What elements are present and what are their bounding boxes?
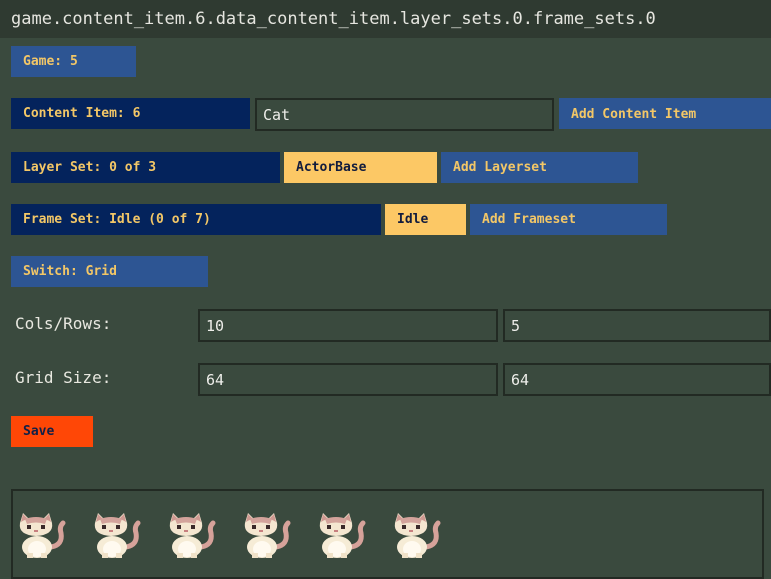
add-frameset-button[interactable]: Add Frameset — [470, 204, 667, 235]
frame-set-current-button[interactable]: Idle — [385, 204, 466, 235]
content-item-button[interactable]: Content Item: 6 — [11, 98, 250, 129]
window-title: game.content_item.6.data_content_item.la… — [0, 0, 771, 38]
cols-input[interactable]: 10 — [198, 309, 498, 342]
add-layerset-button[interactable]: Add Layerset — [441, 152, 638, 183]
rows-input[interactable]: 5 — [503, 309, 771, 342]
grid-height-input[interactable]: 64 — [503, 363, 771, 396]
game-button[interactable]: Game: 5 — [11, 46, 136, 77]
layer-set-button[interactable]: Layer Set: 0 of 3 — [11, 152, 280, 183]
add-content-item-button[interactable]: Add Content Item — [559, 98, 771, 129]
cat-sprite-icon — [388, 511, 442, 559]
cols-rows-label: Cols/Rows: — [15, 314, 112, 333]
grid-size-label: Grid Size: — [15, 368, 112, 387]
cat-sprite-icon — [13, 511, 67, 559]
layer-set-current-button[interactable]: ActorBase — [284, 152, 437, 183]
cat-sprite-icon — [313, 511, 367, 559]
save-button[interactable]: Save — [11, 416, 93, 447]
cat-sprite-icon — [238, 511, 292, 559]
switch-grid-button[interactable]: Switch: Grid — [11, 256, 208, 287]
cat-sprite-icon — [88, 511, 142, 559]
content-item-name-input[interactable]: Cat — [255, 98, 554, 131]
grid-width-input[interactable]: 64 — [198, 363, 498, 396]
cat-sprite-icon — [163, 511, 217, 559]
frame-set-button[interactable]: Frame Set: Idle (0 of 7) — [11, 204, 381, 235]
